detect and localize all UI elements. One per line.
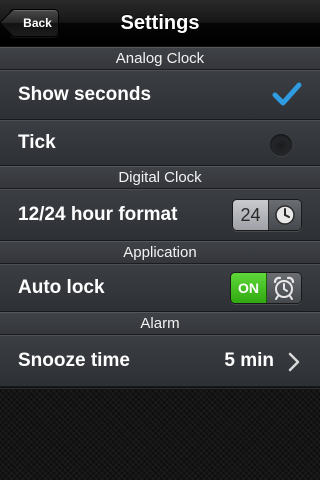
section-header-digital-clock: Digital Clock [0, 166, 320, 189]
auto-lock-toggle[interactable]: ON [230, 272, 302, 304]
alarm-clock-icon [273, 276, 295, 300]
row-hour-format: 12/24 hour format 24 [0, 189, 320, 241]
row-auto-lock: Auto lock ON [0, 264, 320, 312]
section-header-alarm: Alarm [0, 312, 320, 335]
snooze-time-value: 5 min [224, 350, 274, 371]
row-tick[interactable]: Tick [0, 120, 320, 166]
row-show-seconds[interactable]: Show seconds [0, 70, 320, 120]
row-snooze-time[interactable]: Snooze time 5 min [0, 335, 320, 387]
checkmark-icon [272, 82, 302, 106]
section-header-application: Application [0, 241, 320, 264]
background-area [0, 388, 320, 480]
back-button[interactable]: Back [9, 9, 59, 37]
hour-format-value: 24 [233, 200, 269, 230]
chevron-right-icon [288, 352, 300, 372]
clock-knob[interactable] [269, 200, 301, 230]
hour-format-toggle[interactable]: 24 [232, 199, 302, 231]
radio-icon[interactable] [270, 134, 292, 156]
clock-icon [275, 205, 295, 225]
navigation-bar: Back Settings [0, 0, 320, 46]
back-button-label: Back [23, 16, 52, 30]
section-header-analog-clock: Analog Clock [0, 47, 320, 70]
auto-lock-state: ON [231, 273, 267, 303]
alarm-knob[interactable] [267, 273, 301, 303]
settings-screen: Back Settings Analog Clock Show seconds … [0, 0, 320, 480]
snooze-time-label: Snooze time [18, 350, 130, 371]
